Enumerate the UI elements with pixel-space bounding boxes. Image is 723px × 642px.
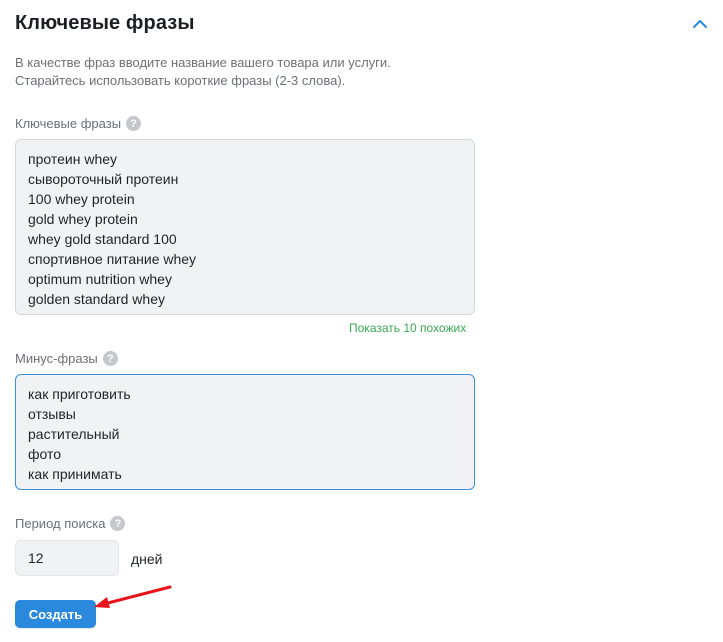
period-label-text: Период поиска: [15, 516, 106, 531]
description-line: Старайтесь использовать короткие фразы (…: [15, 73, 346, 88]
keywords-label-text: Ключевые фразы: [15, 116, 122, 131]
period-value: 12: [28, 550, 44, 566]
keyword-line: сывороточный протеин: [28, 171, 179, 187]
section-description: В качестве фраз вводите название вашего …: [15, 54, 575, 90]
keyword-line: whey gold standard 100: [28, 231, 177, 247]
show-similar-link[interactable]: Показать 10 похожих: [349, 321, 466, 335]
minus-line: фото: [28, 446, 62, 462]
question-circle-icon[interactable]: ?: [110, 516, 126, 531]
red-arrow-icon: [94, 585, 172, 608]
keywords-textarea[interactable]: протеин whey сывороточный протеин 100 wh…: [15, 139, 475, 315]
minus-label-text: Минус-фразы: [15, 351, 98, 366]
section-title: Ключевые фразы: [15, 12, 195, 34]
keyword-line: 100 whey protein: [28, 191, 135, 207]
minus-label: Минус-фразы ?: [15, 351, 118, 366]
minus-phrases-textarea[interactable]: как приготовить отзывы растительный фото…: [15, 374, 475, 490]
chevron-up-icon: [693, 20, 707, 28]
keyword-line: спортивное питание whey: [28, 251, 197, 267]
keyword-line: gold whey protein: [28, 211, 138, 227]
minus-line: как приготовить: [28, 386, 131, 402]
create-button[interactable]: Создать: [15, 600, 96, 628]
keyword-line: golden standard whey: [28, 291, 165, 307]
period-label: Период поиска ?: [15, 516, 126, 531]
keyword-line: протеин whey: [28, 151, 118, 167]
keywords-label: Ключевые фразы ?: [15, 116, 142, 131]
minus-line: как принимать: [28, 466, 122, 482]
period-unit: дней: [131, 551, 163, 567]
collapse-button[interactable]: [688, 14, 712, 34]
question-circle-icon[interactable]: ?: [102, 351, 118, 366]
description-line: В качестве фраз вводите название вашего …: [15, 55, 391, 70]
period-input[interactable]: 12: [15, 540, 119, 576]
minus-line: растительный: [28, 426, 120, 442]
minus-line: отзывы: [28, 406, 76, 422]
question-circle-icon[interactable]: ?: [126, 116, 142, 131]
keyword-line: optimum nutrition whey: [28, 271, 172, 287]
